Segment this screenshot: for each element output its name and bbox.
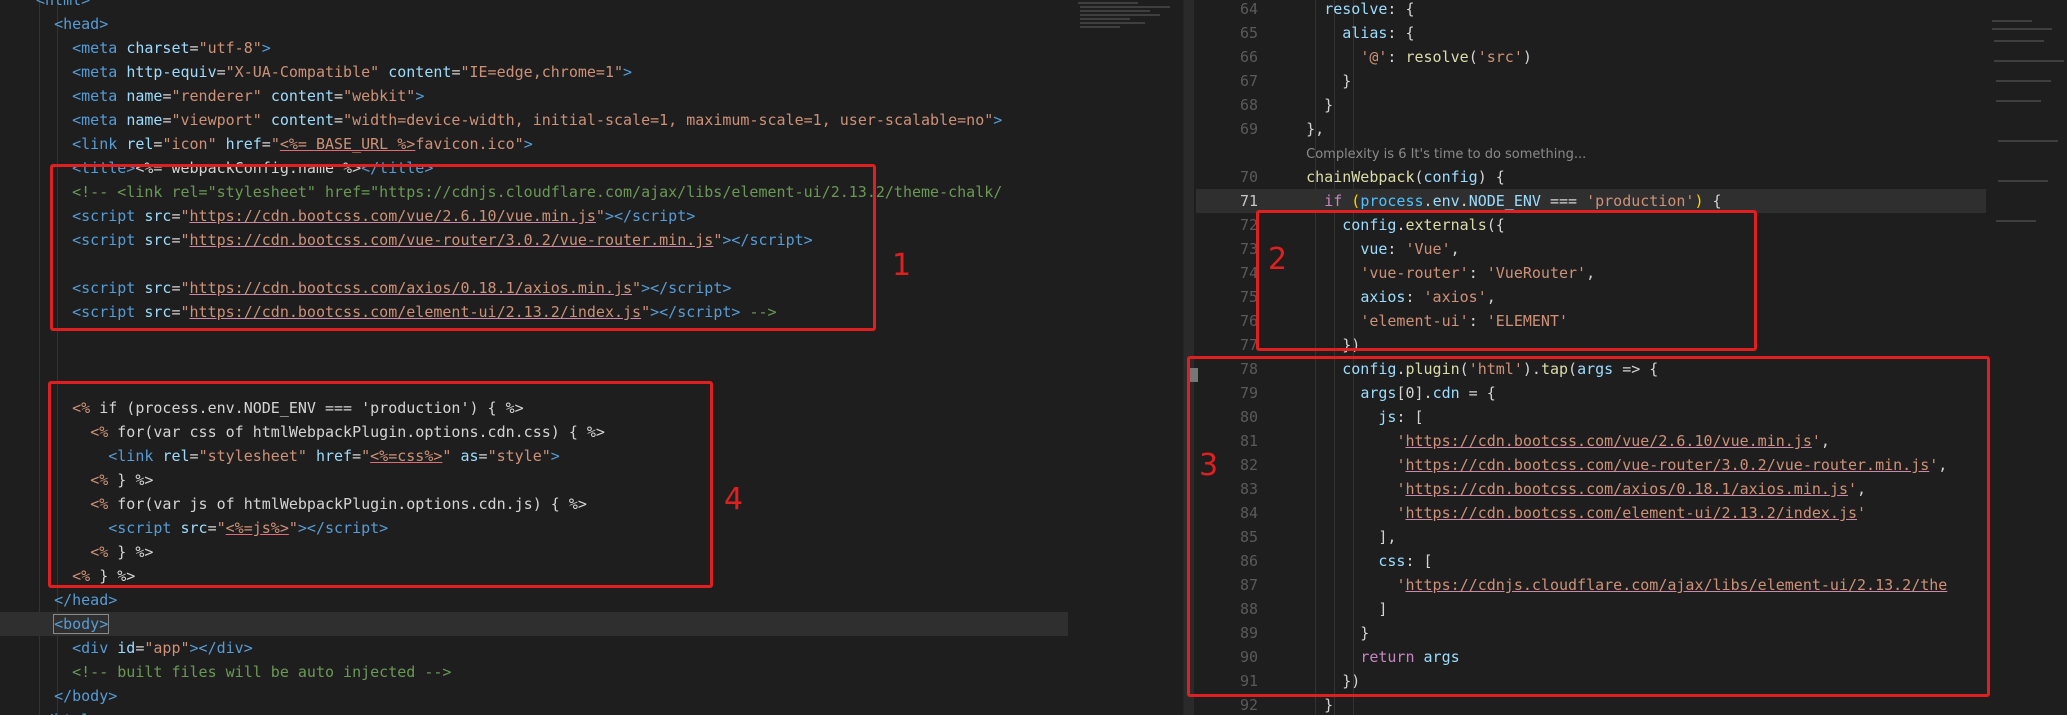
- code-line[interactable]: 68 }: [1196, 93, 1986, 117]
- annotation-label-1: 1: [892, 248, 912, 283]
- annotation-box-4: [48, 381, 713, 588]
- line-number: 67: [1239, 72, 1258, 90]
- code-line[interactable]: <meta name="renderer" content="webkit">: [0, 84, 1068, 108]
- code-text: }: [1270, 72, 1352, 90]
- line-number: 71: [1239, 192, 1258, 210]
- code-line[interactable]: <link rel="icon" href="<%= BASE_URL %>fa…: [0, 132, 1068, 156]
- code-line[interactable]: Complexity is 6 It's time to do somethin…: [1196, 141, 1986, 165]
- line-number: 72: [1239, 216, 1258, 234]
- code-line[interactable]: 70 chainWebpack(config) {: [1196, 165, 1986, 189]
- annotation-label-2: 2: [1268, 242, 1288, 277]
- left-minimap[interactable]: [1072, 0, 1182, 715]
- code-text: '@': resolve('src'): [1360, 48, 1532, 66]
- code-line[interactable]: 65 alias: {: [1196, 21, 1986, 45]
- code-line[interactable]: <meta name="viewport" content="width=dev…: [0, 108, 1068, 132]
- code-text: chainWebpack(config) {: [1306, 168, 1505, 186]
- code-text: <div id="app"></div>: [72, 639, 253, 657]
- code-line[interactable]: 8 <body>: [0, 612, 1068, 636]
- annotation-label-4: 4: [724, 482, 744, 517]
- code-line[interactable]: </body>: [0, 684, 1068, 708]
- code-text: <!-- built files will be auto injected -…: [72, 663, 452, 681]
- code-text: <meta http-equiv="X-UA-Compatible" conte…: [72, 63, 633, 81]
- code-line[interactable]: 64 resolve: {: [1196, 0, 1986, 21]
- code-line[interactable]: 69 },: [1196, 117, 1986, 141]
- line-number: 73: [1239, 240, 1258, 258]
- code-text: </head>: [54, 591, 118, 609]
- annotation-box-2: [1256, 210, 1757, 351]
- line-number: 70: [1239, 168, 1258, 186]
- line-number: 64: [1239, 0, 1258, 18]
- annotation-label-3: 3: [1199, 448, 1219, 483]
- code-text: </html>: [36, 708, 99, 715]
- code-text: alias: {: [1342, 24, 1415, 42]
- right-minimap[interactable]: [1990, 0, 2067, 715]
- code-line[interactable]: <html>: [0, 0, 1068, 12]
- code-line[interactable]: <div id="app"></div>: [0, 636, 1068, 660]
- code-line[interactable]: 66 '@': resolve('src'): [1196, 45, 1986, 69]
- code-text: <body>: [53, 614, 110, 634]
- annotation-box-1: [50, 164, 876, 331]
- codelens-hint: Complexity is 6 It's time to do somethin…: [1306, 147, 1587, 162]
- code-text: </body>: [54, 687, 118, 705]
- code-line[interactable]: 67 }: [1196, 69, 1986, 93]
- code-text: },: [1270, 120, 1325, 138]
- code-text: <html>: [36, 0, 91, 9]
- line-number: 69: [1239, 120, 1258, 138]
- line-number: 77: [1239, 336, 1258, 354]
- code-text: <link rel="icon" href="<%= BASE_URL %>fa…: [72, 135, 533, 153]
- code-text: resolve: {: [1324, 0, 1415, 18]
- annotation-box-3: [1187, 356, 1990, 697]
- line-number: 74: [1239, 264, 1258, 282]
- left-editor-pane[interactable]: <html> <head> <meta charset="utf-8"> <me…: [0, 0, 1068, 715]
- code-line[interactable]: <meta charset="utf-8">: [0, 36, 1068, 60]
- line-number: 76: [1239, 312, 1258, 330]
- code-text: }: [1270, 96, 1334, 114]
- code-line[interactable]: [0, 348, 1068, 372]
- line-number: 65: [1239, 24, 1258, 42]
- code-line[interactable]: <meta http-equiv="X-UA-Compatible" conte…: [0, 60, 1068, 84]
- line-number: 68: [1239, 96, 1258, 114]
- line-number: 66: [1239, 48, 1258, 66]
- code-line[interactable]: </head>: [0, 588, 1068, 612]
- code-text: <meta name="renderer" content="webkit">: [72, 87, 425, 105]
- code-text: <meta charset="utf-8">: [72, 39, 271, 57]
- code-text: <head>: [54, 15, 109, 33]
- code-text: <meta name="viewport" content="width=dev…: [72, 111, 1003, 129]
- code-line[interactable]: <!-- built files will be auto injected -…: [0, 660, 1068, 684]
- line-number: 75: [1239, 288, 1258, 306]
- code-line[interactable]: <head>: [0, 12, 1068, 36]
- code-line[interactable]: </html>: [0, 708, 1068, 715]
